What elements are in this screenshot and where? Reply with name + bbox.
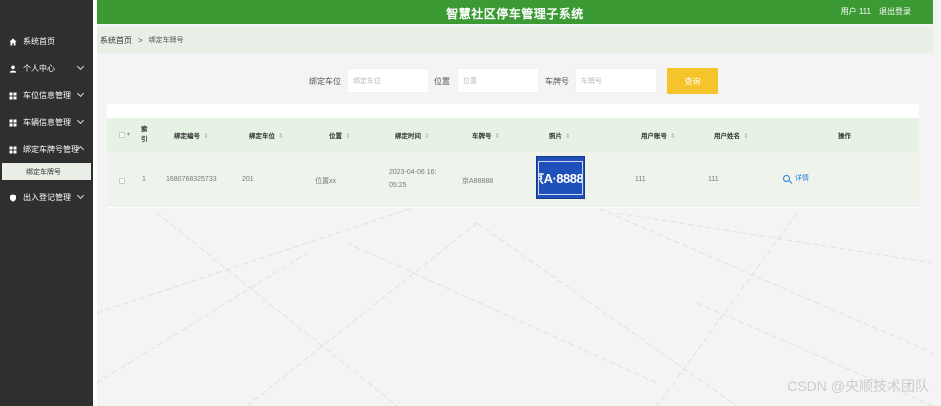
search-button[interactable]: 查询 <box>667 68 718 94</box>
cell-time-line2: 05:25 <box>389 182 407 189</box>
submenu-item-plate-binding[interactable]: 绑定车牌号 <box>2 163 91 180</box>
breadcrumb-current: 绑定车牌号 <box>148 37 184 44</box>
home-icon <box>8 37 17 46</box>
sort-icon: ⇕ <box>424 133 430 140</box>
sidebar-item-label: 系统首页 <box>23 37 55 46</box>
select-all-checkbox[interactable] <box>119 132 125 138</box>
breadcrumb-home[interactable]: 系统首页 <box>100 35 132 46</box>
column-header-space[interactable]: 绑定车位 ⇕ <box>249 130 283 140</box>
shield-icon <box>8 193 17 202</box>
search-input-location[interactable]: 位置 <box>457 68 539 93</box>
grid-icon <box>8 118 17 127</box>
sort-icon: ⇕ <box>203 133 209 140</box>
sidebar-item-home[interactable]: 系统首页 <box>0 28 93 55</box>
column-header-location[interactable]: 位置 ⇕ <box>329 130 350 140</box>
sidebar-item-vehicle[interactable]: 车辆信息管理 <box>0 109 93 136</box>
cell-index: 1 <box>142 176 146 183</box>
app-title: 智慧社区停车管理子系统 <box>446 7 584 21</box>
cell-bind-no: 1680768325733 <box>166 176 217 183</box>
data-table: ▾ 索引 绑定编号 ⇕ 绑定车位 ⇕ 位置 ⇕ 绑定时间 ⇕ 车牌号 ⇕ 照片 ⇕ 用户账号… <box>107 104 919 208</box>
detail-label: 详情 <box>795 175 809 182</box>
cell-time-line1: 2023-04-06 16: <box>389 169 437 176</box>
sort-icon: ⇕ <box>670 133 676 140</box>
detail-button[interactable]: 详情 <box>783 173 809 183</box>
search-label-location: 位置 <box>434 77 450 86</box>
breadcrumb: 系统首页 > 绑定车牌号 <box>97 27 933 53</box>
sidebar: 系统首页 个人中心 车位信息管理 车辆信息管理 绑定车牌号管理 绑定车牌号 出入… <box>0 28 93 211</box>
column-header-plate[interactable]: 车牌号 ⇕ <box>472 130 500 140</box>
search-label-space: 绑定车位 <box>309 77 341 86</box>
breadcrumb-separator: > <box>138 35 143 45</box>
cell-location: 位置xx <box>315 178 336 185</box>
cell-plate-no: 京A88888 <box>462 178 494 185</box>
sidebar-item-label: 车辆信息管理 <box>23 118 71 127</box>
column-header-bind-no[interactable]: 绑定编号 ⇕ <box>174 130 208 140</box>
watermark: CSDN @央顺技术团队 <box>787 378 929 394</box>
sort-icon: ⇕ <box>565 133 571 140</box>
table-header: ▾ 索引 绑定编号 ⇕ 绑定车位 ⇕ 位置 ⇕ 绑定时间 ⇕ 车牌号 ⇕ 照片 ⇕ 用户账号… <box>107 118 919 152</box>
sidebar-item-label: 出入登记管理 <box>23 193 71 202</box>
caret-down-icon: ▾ <box>127 132 131 138</box>
column-header-time[interactable]: 绑定时间 ⇕ <box>395 130 429 140</box>
cell-name: 111 <box>708 176 719 183</box>
sort-icon: ⇕ <box>278 133 284 140</box>
search-input-plate[interactable]: 车牌号 <box>575 68 657 93</box>
column-header-actions: 操作 <box>838 133 851 140</box>
column-header-index: 索引 <box>141 126 148 143</box>
logout-link[interactable]: 退出登录 <box>879 6 911 17</box>
search-input-space[interactable]: 绑定车位 <box>347 68 429 93</box>
sidebar-item-entry-exit[interactable]: 出入登记管理 <box>0 184 93 211</box>
cell-space: 201 <box>242 176 254 183</box>
sidebar-item-plate-binding[interactable]: 绑定车牌号管理 <box>0 136 93 163</box>
search-label-plate: 车牌号 <box>545 77 569 86</box>
search-bar: 绑定车位 绑定车位 位置 位置 车牌号 车牌号 查询 <box>0 68 941 94</box>
row-checkbox[interactable] <box>119 178 125 184</box>
chevron-down-icon <box>76 191 85 200</box>
current-user: 用户 111 <box>840 7 871 16</box>
cell-account: 111 <box>635 176 646 183</box>
column-header-name[interactable]: 用户姓名 ⇕ <box>714 130 748 140</box>
grid-icon <box>8 145 17 154</box>
chevron-down-icon <box>76 116 85 125</box>
column-header-photo[interactable]: 照片 ⇕ <box>549 130 570 140</box>
top-header: 智慧社区停车管理子系统 用户 111 退出登录 <box>97 0 933 24</box>
search-icon <box>783 174 790 182</box>
plate-photo-text: 京A·88888 <box>538 160 583 195</box>
plate-photo[interactable]: 京A·88888 <box>536 156 585 199</box>
column-header-account[interactable]: 用户账号 ⇕ <box>641 130 675 140</box>
sort-icon: ⇕ <box>494 133 500 140</box>
sort-icon: ⇕ <box>743 133 749 140</box>
sidebar-item-label: 绑定车牌号管理 <box>23 145 79 154</box>
sort-icon: ⇕ <box>345 133 351 140</box>
